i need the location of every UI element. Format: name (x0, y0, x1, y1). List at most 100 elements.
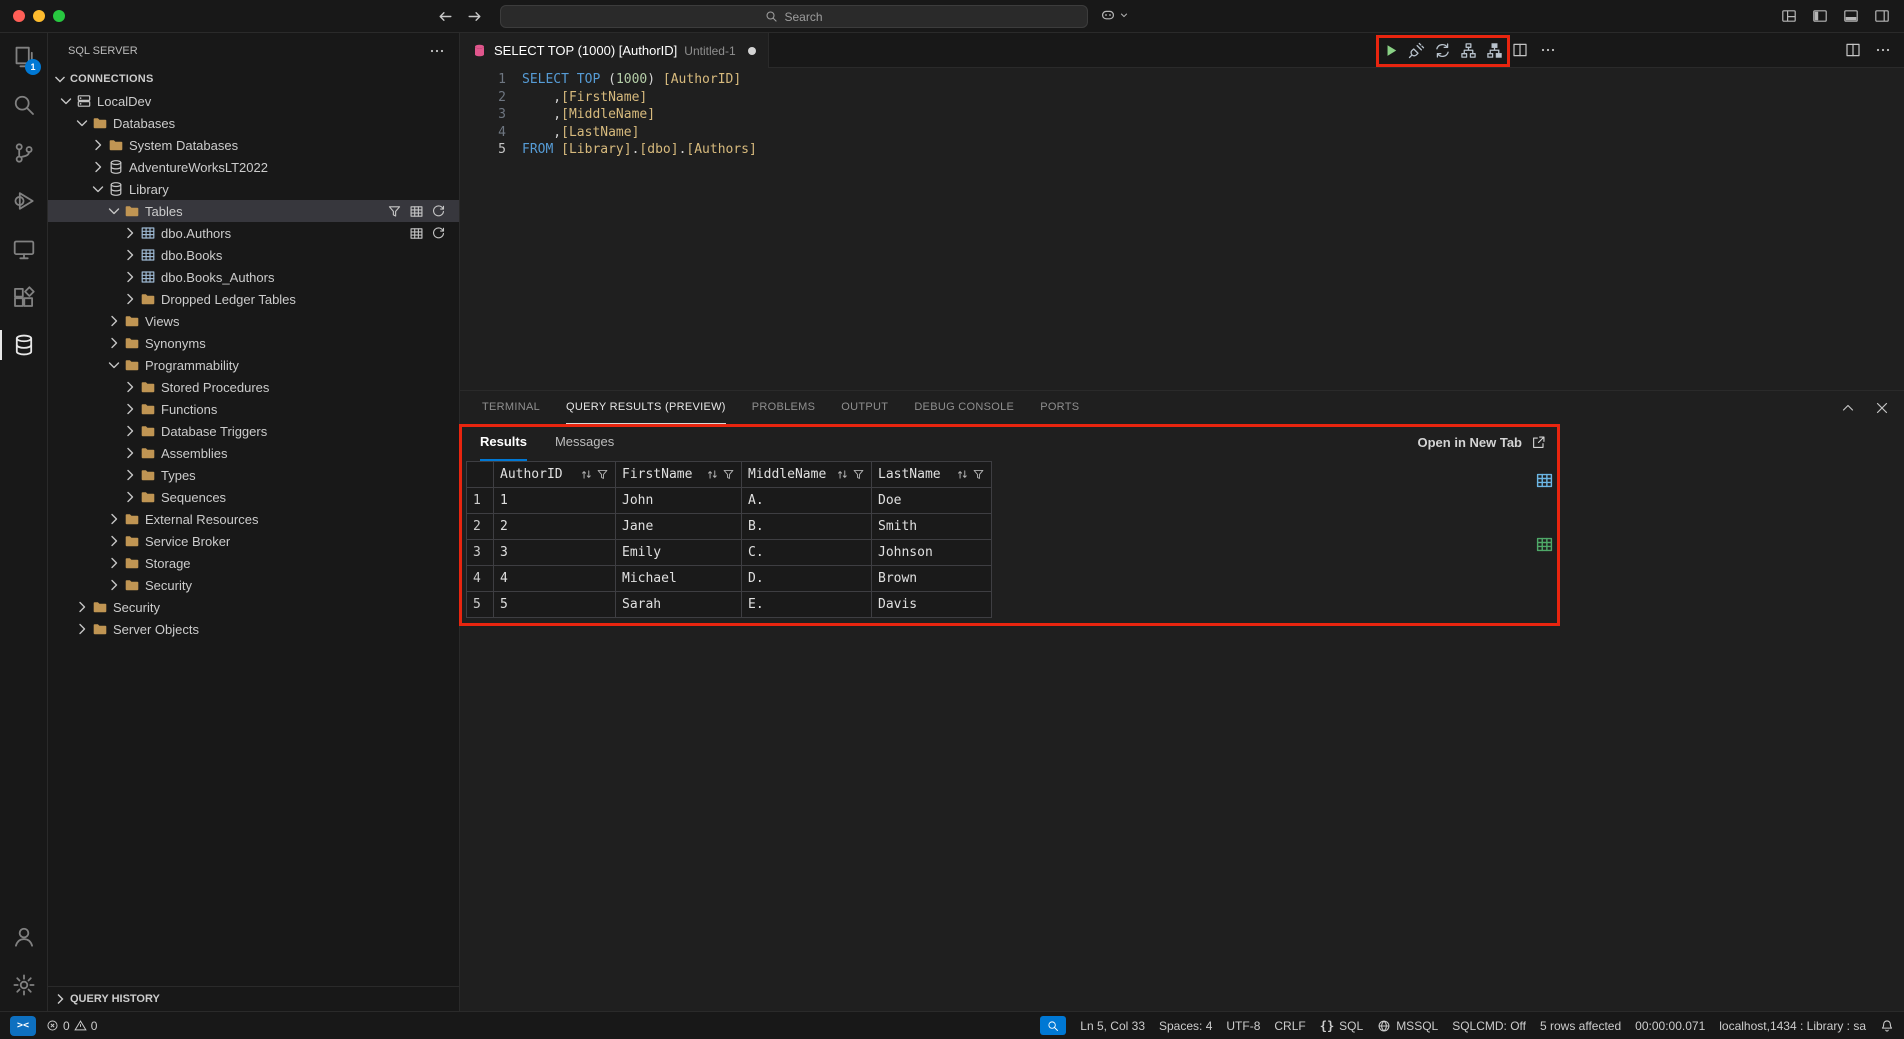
chevron-right-icon[interactable] (122, 269, 138, 285)
tree-item-tables[interactable]: Tables (48, 200, 459, 222)
panel-tab-debug-console[interactable]: DEBUG CONSOLE (914, 391, 1014, 424)
tree-item-views[interactable]: Views (48, 310, 459, 332)
tree-item-sequences[interactable]: Sequences (48, 486, 459, 508)
save-as-json-icon[interactable] (1535, 503, 1554, 522)
grid-row-number[interactable]: 1 (467, 488, 494, 514)
grid-cell[interactable]: 3 (494, 540, 616, 566)
grid-cell[interactable]: B. (742, 514, 872, 540)
chevron-right-icon[interactable] (122, 423, 138, 439)
activity-item-search[interactable] (0, 81, 48, 129)
chevron-right-icon[interactable] (74, 621, 90, 637)
chevron-right-icon[interactable] (122, 291, 138, 307)
grid-cell[interactable]: Johnson (872, 540, 992, 566)
status-item-rows-affected[interactable]: 5 rows affected (1540, 1019, 1621, 1033)
status-item-encoding[interactable]: UTF-8 (1226, 1019, 1260, 1033)
customize-layout-icon[interactable] (1781, 8, 1797, 24)
sort-icon[interactable] (580, 468, 593, 481)
grid-row-number[interactable]: 2 (467, 514, 494, 540)
editor-tab[interactable]: SELECT TOP (1000) [AuthorID] Untitled-1 (460, 33, 769, 68)
tree-item-storage[interactable]: Storage (48, 552, 459, 574)
chevron-right-icon[interactable] (106, 577, 122, 593)
grid-cell[interactable]: 5 (494, 592, 616, 618)
filter-icon[interactable] (387, 204, 402, 219)
grid-column-header-lastname[interactable]: LastName (872, 462, 992, 488)
save-as-csv-icon[interactable] (1535, 471, 1554, 490)
activity-item-extensions[interactable] (0, 273, 48, 321)
status-item-query-time[interactable]: 00:00:00.071 (1635, 1019, 1705, 1033)
grid-cell[interactable]: A. (742, 488, 872, 514)
chevron-right-icon[interactable] (122, 247, 138, 263)
activity-item-remote-explorer[interactable] (0, 225, 48, 273)
grid-row-number[interactable]: 4 (467, 566, 494, 592)
tree-item-programmability[interactable]: Programmability (48, 354, 459, 376)
toggle-connection-icon[interactable] (1408, 42, 1425, 59)
activity-item-manage[interactable] (0, 961, 48, 1009)
grid-cell[interactable]: 2 (494, 514, 616, 540)
chevron-right-icon[interactable] (90, 137, 106, 153)
chevron-down-icon[interactable] (106, 203, 122, 219)
panel-tab-terminal[interactable]: TERMINAL (482, 391, 540, 424)
tree-item-service-broker[interactable]: Service Broker (48, 530, 459, 552)
grid-cell[interactable]: Sarah (616, 592, 742, 618)
run-query-icon[interactable] (1382, 42, 1399, 59)
status-item-notifications[interactable] (1880, 1019, 1894, 1033)
grid-column-header-firstname[interactable]: FirstName (616, 462, 742, 488)
grid-cell[interactable]: Emily (616, 540, 742, 566)
results-tab-messages[interactable]: Messages (555, 424, 614, 461)
activity-item-explorer[interactable]: 1 (0, 33, 48, 81)
table-icon[interactable] (409, 204, 424, 219)
tree-item-dbo-books[interactable]: dbo.Books (48, 244, 459, 266)
grid-cell[interactable]: 4 (494, 566, 616, 592)
status-item-indentation[interactable]: Spaces: 4 (1159, 1019, 1212, 1033)
more-actions-icon[interactable] (429, 43, 445, 59)
save-as-excel-icon[interactable] (1535, 535, 1554, 554)
grid-cell[interactable]: Jane (616, 514, 742, 540)
actual-plan-icon[interactable] (1486, 42, 1503, 59)
search-input[interactable]: Search (500, 5, 1088, 28)
refresh-icon[interactable] (431, 226, 446, 241)
grid-cell[interactable]: Doe (872, 488, 992, 514)
connections-section-header[interactable]: CONNECTIONS (48, 68, 459, 90)
grid-cell[interactable]: Smith (872, 514, 992, 540)
chevron-down-icon[interactable] (74, 115, 90, 131)
chevron-right-icon[interactable] (74, 599, 90, 615)
chevron-right-icon[interactable] (122, 489, 138, 505)
tree-item-library[interactable]: Library (48, 178, 459, 200)
back-icon[interactable] (437, 8, 454, 25)
grid-cell[interactable]: E. (742, 592, 872, 618)
chevron-right-icon[interactable] (106, 555, 122, 571)
grid-cell[interactable]: D. (742, 566, 872, 592)
status-item-sqlcmd[interactable]: SQLCMD: Off (1452, 1019, 1526, 1033)
table-icon[interactable] (409, 226, 424, 241)
tree-item-external-resources[interactable]: External Resources (48, 508, 459, 530)
grid-cell[interactable]: John (616, 488, 742, 514)
copilot-menu[interactable] (1100, 7, 1129, 23)
estimated-plan-icon[interactable] (1460, 42, 1477, 59)
status-item-language-mode[interactable]: {}SQL (1320, 1019, 1363, 1033)
tree-item-synonyms[interactable]: Synonyms (48, 332, 459, 354)
chevron-down-icon[interactable] (106, 357, 122, 373)
activity-item-run-and-debug[interactable] (0, 177, 48, 225)
chevron-right-icon[interactable] (106, 313, 122, 329)
tree-item-types[interactable]: Types (48, 464, 459, 486)
chevron-right-icon[interactable] (122, 225, 138, 241)
tree-item-functions[interactable]: Functions (48, 398, 459, 420)
split-editor-icon[interactable] (1512, 42, 1528, 58)
tree-item-server-objects[interactable]: Server Objects (48, 618, 459, 640)
tree-item-stored-procedures[interactable]: Stored Procedures (48, 376, 459, 398)
query-history-section-header[interactable]: QUERY HISTORY (48, 986, 459, 1011)
chevron-right-icon[interactable] (122, 445, 138, 461)
tree-item-dbo-authors[interactable]: dbo.Authors (48, 222, 459, 244)
tree-item-security[interactable]: Security (48, 596, 459, 618)
tree-item-security[interactable]: Security (48, 574, 459, 596)
chevron-right-icon[interactable] (106, 533, 122, 549)
toggle-secondary-sidebar-icon[interactable] (1874, 8, 1890, 24)
tree-item-adventureworkslt2022[interactable]: AdventureWorksLT2022 (48, 156, 459, 178)
chevron-right-icon[interactable] (106, 511, 122, 527)
tree-item-localdev[interactable]: LocalDev (48, 90, 459, 112)
remote-indicator[interactable]: >< (10, 1016, 36, 1036)
grid-column-header-authorid[interactable]: AuthorID (494, 462, 616, 488)
results-tab-results[interactable]: Results (480, 424, 527, 461)
toggle-primary-sidebar-icon[interactable] (1812, 8, 1828, 24)
status-item-connection-info[interactable]: localhost,1434 : Library : sa (1719, 1019, 1866, 1033)
